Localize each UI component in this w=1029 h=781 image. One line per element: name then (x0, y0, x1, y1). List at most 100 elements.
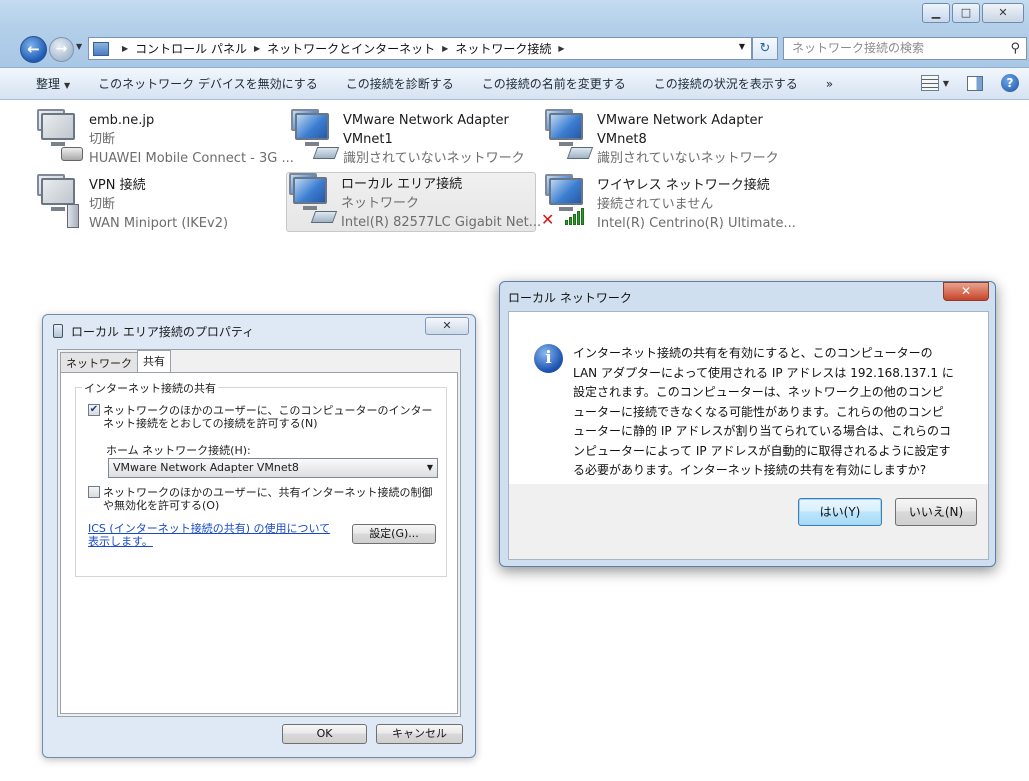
message-dialog: ローカル ネットワーク ✕ i インターネット接続の共有を有効にすると、このコン… (499, 281, 996, 567)
chevron-right-icon[interactable]: ▶ (442, 44, 448, 53)
connection-name: VPN 接続 (89, 178, 146, 193)
message-text: インターネット接続の共有を有効にすると、このコンピューターの LAN アダプター… (573, 344, 963, 481)
dialog-body: ネットワーク 共有 インターネット接続の共有 ✔ ネットワークのほかのユーザーに… (57, 349, 461, 717)
address-bar[interactable]: ▶ コントロール パネル ▶ ネットワークとインターネット ▶ ネットワーク接続… (88, 37, 752, 60)
breadcrumb-item[interactable]: ネットワークとインターネット (267, 40, 435, 57)
dialog-body: i インターネット接続の共有を有効にすると、このコンピューターの LAN アダプ… (508, 311, 989, 560)
help-icon[interactable]: ? (1001, 74, 1019, 92)
address-dropdown-icon[interactable]: ▼ (739, 42, 745, 51)
refresh-button[interactable]: ↻ (752, 37, 778, 60)
connection-device: Intel(R) Centrino(R) Ultimate... (597, 216, 796, 231)
view-list-icon (920, 75, 939, 91)
breadcrumb-item[interactable]: コントロール パネル (135, 40, 247, 57)
connection-item-vpn[interactable]: VPN 接続 切断 WAN Miniport (IKEv2) (34, 173, 284, 233)
message-line: る必要があります。インターネット接続の共有を有効にしますか? (573, 463, 927, 477)
ethernet-cable-icon (310, 211, 338, 223)
chevron-down-icon: ▼ (426, 463, 433, 472)
disable-device-button[interactable]: このネットワーク デバイスを無効にする (84, 75, 332, 92)
allow-control-label[interactable]: ネットワークのほかのユーザーに、共有インターネット接続の制御や無効化を許可する(… (103, 486, 439, 512)
ethernet-cable-icon (312, 147, 340, 159)
allow-control-checkbox[interactable] (88, 486, 100, 498)
diagnose-button[interactable]: この接続を診断する (332, 75, 468, 92)
arrow-right-icon: → (55, 41, 68, 57)
chevron-right-icon[interactable]: ▶ (558, 44, 564, 53)
network-computer-icon (287, 173, 339, 229)
more-commands-button[interactable]: » (812, 77, 847, 91)
refresh-icon: ↻ (759, 41, 771, 56)
no-button[interactable]: いいえ(N) (895, 498, 977, 526)
connection-item-vmnet1[interactable]: VMware Network Adapter VMnet1 識別されていないネッ… (288, 108, 538, 168)
search-icon[interactable]: ⚲ (1010, 38, 1020, 59)
allow-share-row: ✔ ネットワークのほかのユーザーに、このコンピューターのインターネット接続をとお… (88, 404, 439, 430)
close-button[interactable]: ✕ (425, 317, 469, 335)
breadcrumb: ▶ コントロール パネル ▶ ネットワークとインターネット ▶ ネットワーク接続… (115, 40, 571, 57)
close-button[interactable]: ✕ (982, 3, 1024, 23)
connection-item-local-area[interactable]: ローカル エリア接続 ネットワーク Intel(R) 82577LC Gigab… (286, 172, 541, 232)
connection-status: ネットワーク (341, 196, 420, 211)
chevron-right-icon[interactable]: ▶ (254, 44, 260, 53)
message-line: LAN アダプターによって使用される IP アドレスは 192.168.137.… (573, 365, 954, 380)
message-area: i インターネット接続の共有を有効にすると、このコンピューターの LAN アダプ… (509, 312, 988, 484)
connection-item-wireless[interactable]: ✕ ワイヤレス ネットワーク接続 接続されていません Intel(R) Cent… (541, 173, 796, 233)
connection-item-emb[interactable]: emb.ne.jp 切断 HUAWEI Mobile Connect - 3G … (34, 108, 294, 168)
ok-button[interactable]: OK (282, 724, 367, 744)
minimize-button[interactable]: ▁ (922, 3, 950, 23)
dialog-title: ローカル ネットワーク (508, 291, 632, 305)
back-button[interactable]: ← (20, 36, 47, 63)
control-panel-icon (93, 41, 109, 56)
message-line: ンピューターによって IP アドレスが自動的に取得されるように設定す (573, 443, 951, 458)
allow-share-label[interactable]: ネットワークのほかのユーザーに、このコンピューターのインターネット接続をとおして… (103, 404, 439, 430)
connection-item-vmnet8[interactable]: VMware Network Adapter VMnet8 識別されていないネッ… (542, 108, 792, 168)
message-line: ューターに静的 IP アドレスが割り当てられている場合は、これらのコ (573, 424, 952, 438)
ics-group: インターネット接続の共有 ✔ ネットワークのほかのユーザーに、このコンピューター… (75, 380, 447, 577)
network-computer-icon (35, 109, 87, 165)
forward-button[interactable]: → (49, 37, 74, 62)
properties-dialog: ローカル エリア接続のプロパティ ✕ ネットワーク 共有 インターネット接続の共… (42, 314, 476, 758)
search-placeholder: ネットワーク接続の検索 (792, 41, 925, 55)
maximize-button[interactable]: □ (952, 3, 980, 23)
rename-button[interactable]: この接続の名前を変更する (468, 75, 640, 92)
network-computer-icon (289, 109, 341, 165)
allow-control-row: ネットワークのほかのユーザーに、共有インターネット接続の制御や無効化を許可する(… (88, 486, 439, 512)
info-icon: i (534, 344, 563, 373)
allow-share-checkbox[interactable]: ✔ (88, 404, 100, 416)
history-dropdown-icon[interactable]: ▼ (76, 42, 82, 51)
organize-menu[interactable]: 整理 ▼ (0, 75, 84, 92)
connection-device: HUAWEI Mobile Connect - 3G ... (89, 151, 294, 166)
connection-device: Intel(R) 82577LC Gigabit Net... (341, 215, 542, 230)
sharing-tab-page: インターネット接続の共有 ✔ ネットワークのほかのユーザーに、このコンピューター… (60, 372, 458, 714)
connection-status: 接続されていません (597, 197, 714, 212)
modem-icon (61, 147, 83, 161)
message-line: 設定されます。このコンピューターは、ネットワーク上の他のコンピ (573, 385, 944, 399)
connection-status: 切断 (89, 132, 116, 147)
yes-button[interactable]: はい(Y) (798, 498, 882, 526)
settings-button[interactable]: 設定(G)... (352, 524, 436, 544)
change-view-button[interactable]: ▼ (920, 75, 949, 91)
cancel-button[interactable]: キャンセル (376, 724, 463, 744)
preview-pane-icon[interactable] (967, 75, 983, 91)
group-label: インターネット接続の共有 (82, 380, 218, 396)
connection-name: ローカル エリア接続 (341, 177, 463, 192)
server-icon (67, 204, 79, 228)
connection-name-line2: VMnet8 (597, 132, 647, 147)
view-status-button[interactable]: この接続の状況を表示する (640, 75, 812, 92)
network-adapter-icon (53, 324, 63, 338)
breadcrumb-item[interactable]: ネットワーク接続 (455, 40, 551, 57)
home-network-select[interactable]: VMware Network Adapter VMnet8 ▼ (108, 458, 438, 478)
home-network-label: ホーム ネットワーク接続(H): (106, 444, 251, 457)
connection-name: VMware Network Adapter (343, 113, 509, 128)
connection-device: WAN Miniport (IKEv2) (89, 216, 229, 231)
dialog-title: ローカル エリア接続のプロパティ (71, 325, 255, 339)
disconnected-x-icon: ✕ (541, 210, 555, 229)
connection-name: ワイヤレス ネットワーク接続 (597, 178, 770, 193)
network-computer-icon (543, 109, 595, 165)
chevron-right-icon[interactable]: ▶ (122, 44, 128, 53)
signal-bars-icon (565, 208, 584, 225)
connection-status: 識別されていないネットワーク (597, 151, 779, 166)
search-input[interactable]: ネットワーク接続の検索 ⚲ (783, 37, 1027, 60)
tab-sharing[interactable]: 共有 (137, 350, 171, 374)
connection-name: emb.ne.jp (89, 113, 155, 128)
chevron-down-icon: ▼ (942, 78, 949, 88)
close-button[interactable]: ✕ (943, 282, 989, 301)
ics-help-link[interactable]: ICS (インターネット接続の共有) の使用について表示します。 (88, 522, 332, 548)
